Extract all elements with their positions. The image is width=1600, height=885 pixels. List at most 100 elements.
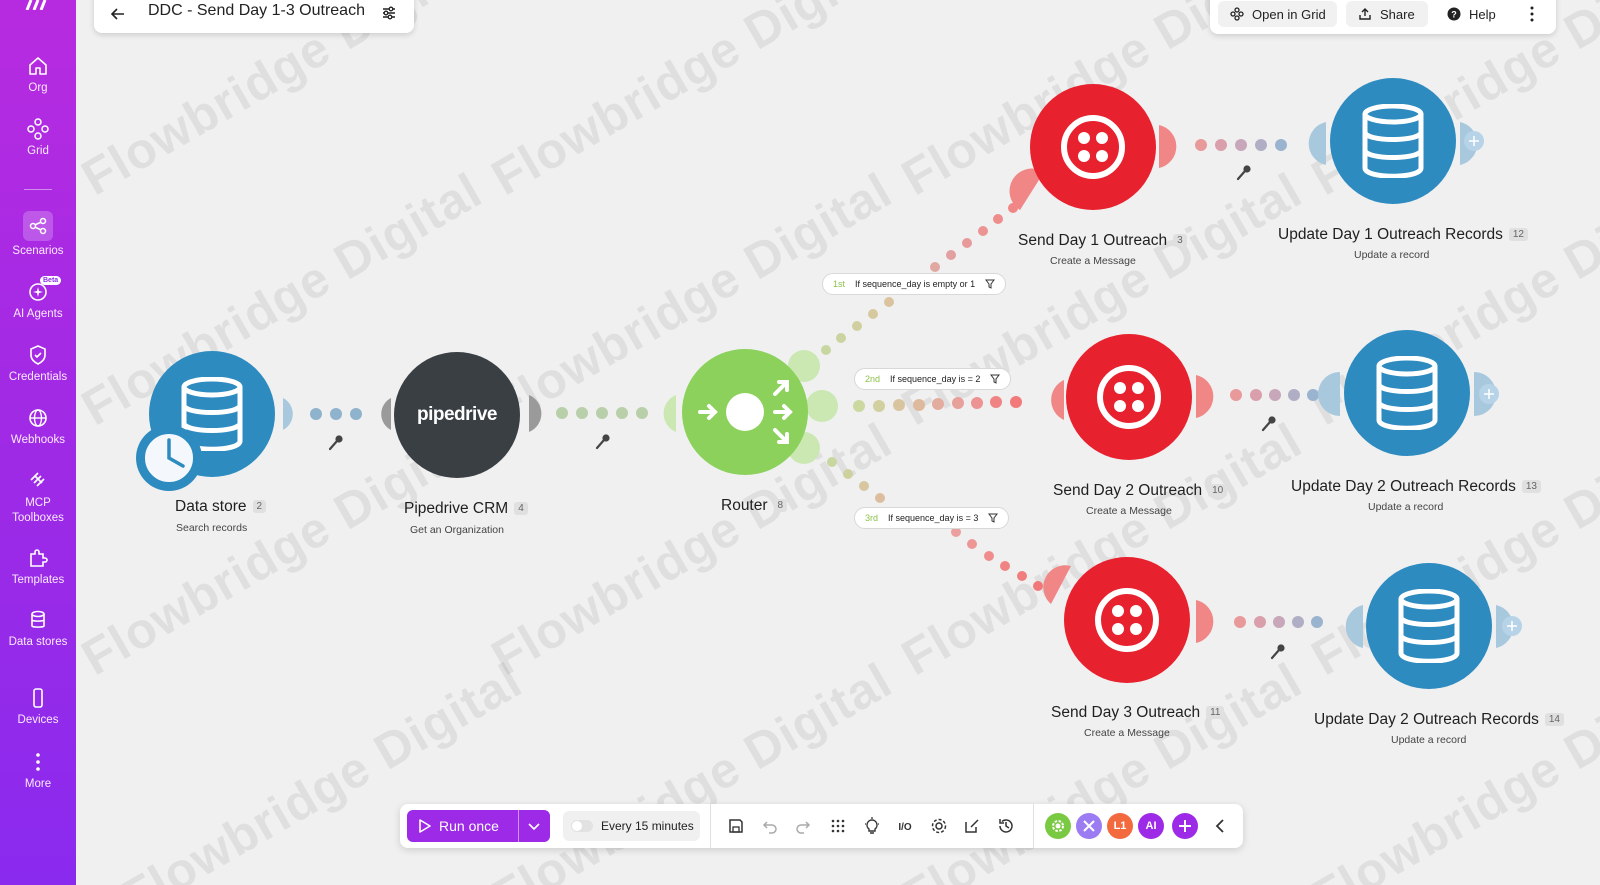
sidebar-item-label: Templates (11, 574, 65, 586)
sidebar-item-label: Devices (17, 714, 59, 726)
io-icon[interactable]: I/O (896, 817, 914, 835)
share-icon (1359, 8, 1371, 20)
run-once-button[interactable]: Run once (407, 810, 550, 842)
database-icon (1398, 589, 1460, 663)
sidebar-item-org[interactable]: Org (0, 54, 76, 96)
undo-icon[interactable] (761, 817, 779, 835)
gear-icon (1052, 820, 1064, 832)
shield-icon (30, 345, 46, 365)
route-filter-label: If sequence_day is = 2 (890, 374, 981, 384)
help-label: Help (1469, 6, 1496, 22)
send-day3-node[interactable] (1064, 557, 1190, 683)
route-filter-1[interactable]: 1st If sequence_day is empty or 1 (822, 273, 1007, 295)
node-id-badge: 11 (1206, 706, 1225, 719)
open-in-grid-label: Open in Grid (1252, 6, 1326, 22)
ai-app-badge[interactable]: AI (1138, 813, 1164, 839)
node-title: Send Day 3 Outreach 11 (1051, 704, 1225, 722)
route-filter-2[interactable]: 2nd If sequence_day is = 2 (854, 368, 1012, 390)
node-id-badge: 3 (1173, 234, 1187, 247)
clock-icon (143, 432, 195, 484)
update-day1-node[interactable] (1330, 78, 1456, 204)
node-subtitle: Get an Organization (410, 524, 504, 536)
sidebar-item-webhooks[interactable]: Webhooks (0, 406, 76, 448)
sidebar-item-label: Credentials (8, 371, 68, 383)
add-app-button[interactable] (1172, 813, 1198, 839)
node-subtitle: Create a Message (1084, 727, 1170, 739)
help-button[interactable]: ? Help (1435, 1, 1513, 27)
route-order: 3rd (865, 513, 879, 523)
update-day2-node[interactable] (1344, 330, 1470, 456)
sidebar-item-mcp-toolboxes[interactable]: MCP Toolboxes (0, 469, 76, 526)
sidebar-item-label: Data stores (8, 636, 68, 648)
redo-icon[interactable] (794, 817, 812, 835)
router-arrows-icon (698, 380, 793, 444)
notes-icon[interactable] (963, 817, 981, 835)
send-day1-node[interactable] (1030, 84, 1156, 210)
lightbulb-icon[interactable] (863, 817, 881, 835)
sidebar-item-more[interactable]: More (0, 750, 76, 792)
send-day2-node[interactable] (1066, 334, 1192, 460)
node-subtitle: Update a record (1391, 734, 1467, 746)
route-filter-label: If sequence_day is empty or 1 (855, 279, 976, 289)
scenario-title-bar: DDC - Send Day 1-3 Outreach (94, 0, 414, 33)
route-order: 1st (833, 279, 846, 289)
gear-app-badge[interactable] (1045, 813, 1071, 839)
sidebar-item-label: More (24, 778, 52, 790)
node-title: Update Day 2 Outreach Records 13 (1291, 478, 1541, 496)
sidebar-item-scenarios[interactable]: Scenarios (0, 211, 76, 259)
tools-app-badge[interactable] (1076, 813, 1102, 839)
route-filter-3[interactable]: 3rd If sequence_day is = 3 (854, 507, 1010, 529)
share-nodes-icon (29, 217, 47, 235)
node-id-badge: 8 (773, 499, 788, 512)
l1-app-badge[interactable]: L1 (1107, 813, 1133, 839)
node-id-badge: 12 (1508, 228, 1528, 241)
sidebar-item-credentials[interactable]: Credentials (0, 343, 76, 385)
funnel-icon (988, 513, 999, 523)
help-icon: ? (1447, 7, 1461, 21)
grid-dots-icon[interactable] (829, 817, 847, 835)
sidebar: Org Grid Scenarios Beta AI Agents Creden… (0, 0, 76, 885)
schedule-clock[interactable] (136, 425, 202, 491)
chevron-left-icon[interactable] (1211, 817, 1229, 835)
funnel-icon (985, 279, 996, 289)
sidebar-item-data-stores[interactable]: Data stores (0, 608, 76, 650)
grid-nodes-icon (1230, 7, 1244, 21)
node-subtitle: Search records (176, 522, 248, 534)
history-icon[interactable] (997, 817, 1015, 835)
share-label: Share (1380, 6, 1415, 22)
sidebar-item-label: Scenarios (12, 245, 64, 257)
database-icon (1376, 356, 1438, 430)
node-title: Update Day 1 Outreach Records 12 (1278, 226, 1528, 244)
puzzle-icon (30, 549, 48, 567)
schedule-switch[interactable] (571, 820, 593, 832)
scenario-canvas[interactable]: Flowbridge Digital Flowbridge Digital Fl… (76, 0, 1600, 885)
schedule-toggle[interactable]: Every 15 minutes (563, 811, 700, 841)
node-title: Router 8 (721, 497, 788, 515)
gear-icon[interactable] (930, 817, 948, 835)
route-order: 2nd (865, 374, 881, 384)
sidebar-item-templates[interactable]: Templates (0, 546, 76, 588)
sidebar-item-label: MCP Toolboxes (12, 497, 64, 524)
more-vertical-icon[interactable] (1524, 4, 1540, 24)
node-title: Update Day 2 Outreach Records 14 (1314, 711, 1564, 729)
save-icon[interactable] (727, 817, 745, 835)
router-node[interactable] (682, 349, 808, 475)
sidebar-item-devices[interactable]: Devices (0, 686, 76, 728)
grid-nodes-icon (27, 118, 49, 140)
update-day3-node[interactable] (1366, 563, 1492, 689)
node-id-badge: 10 (1208, 484, 1228, 497)
sidebar-item-label: Grid (27, 145, 49, 157)
pipedrive-node[interactable]: pipedrive (394, 352, 520, 478)
route-filter-label: If sequence_day is = 3 (888, 513, 979, 523)
sliders-icon[interactable] (381, 5, 397, 21)
app-logo[interactable] (24, 0, 52, 10)
chevron-down-icon[interactable] (527, 819, 541, 833)
sidebar-item-grid[interactable]: Grid (0, 117, 76, 159)
share-button[interactable]: Share (1346, 1, 1428, 27)
scenario-title[interactable]: DDC - Send Day 1-3 Outreach (148, 2, 365, 20)
open-in-grid-button[interactable]: Open in Grid (1218, 1, 1337, 27)
back-arrow-icon[interactable] (110, 6, 126, 22)
sidebar-item-ai-agents[interactable]: Beta AI Agents (0, 276, 76, 322)
top-right-actions: Open in Grid Share ? Help (1210, 0, 1556, 34)
mcp-icon (30, 472, 45, 487)
